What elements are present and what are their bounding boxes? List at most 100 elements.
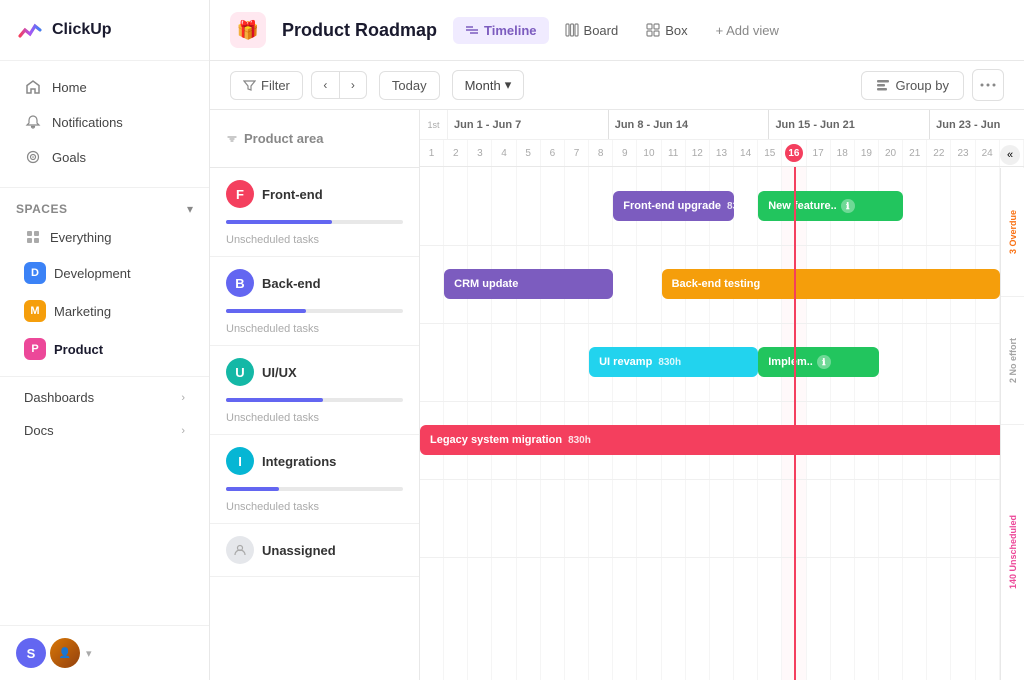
home-label: Home — [52, 80, 87, 95]
bell-icon — [24, 113, 42, 131]
group-unassigned: Unassigned — [210, 524, 419, 577]
avatar-chevron-icon[interactable]: ▾ — [86, 647, 92, 660]
day-10: 10 — [637, 140, 661, 166]
week3-label: Jun 15 - Jun 21 — [769, 110, 930, 139]
gantt-rows: Front-end upgrade 830h New feature..ℹ CRM … — [420, 167, 1024, 680]
integrations-badge: I — [226, 447, 254, 475]
gantt-bar[interactable]: CRM update — [444, 269, 613, 299]
topbar: 🎁 Product Roadmap Timeline Board Box + A… — [210, 0, 1024, 61]
notifications-label: Notifications — [52, 115, 123, 130]
timeline-view-btn[interactable]: Timeline — [453, 17, 549, 44]
view-switcher: Timeline Board Box + Add view — [453, 17, 791, 44]
uiux-badge: U — [226, 358, 254, 386]
month-chevron-icon: ▾ — [505, 77, 512, 93]
add-view-btn[interactable]: + Add view — [704, 17, 791, 44]
sidebar-item-home[interactable]: Home — [8, 70, 201, 104]
board-view-btn[interactable]: Board — [553, 17, 631, 44]
docs-label: Docs — [24, 423, 54, 438]
sidebar-item-development[interactable]: D Development — [8, 255, 201, 291]
sidebar-footer: S 👤 ▾ — [0, 625, 209, 680]
board-icon — [565, 23, 579, 37]
right-badges-panel: 3 Overdue 2 No effort 140 Unscheduled — [1000, 168, 1024, 680]
filter-button[interactable]: Filter — [230, 71, 303, 100]
week2-label: Jun 8 - Jun 14 — [609, 110, 770, 139]
project-icon: 🎁 — [230, 12, 266, 48]
collapse-button[interactable]: « — [1000, 145, 1020, 165]
product-label: Product — [54, 342, 103, 357]
timeline-icon — [465, 23, 479, 37]
sidebar-item-product[interactable]: P Product — [8, 331, 201, 367]
gantt-bar[interactable]: UI revamp 830h — [589, 347, 758, 377]
integrations-unscheduled: Unscheduled tasks — [210, 495, 419, 523]
gantt-bar[interactable]: Back-end testing — [662, 269, 1000, 299]
today-button[interactable]: Today — [379, 71, 440, 100]
box-view-btn[interactable]: Box — [634, 17, 699, 44]
frontend-badge: F — [226, 180, 254, 208]
sidebar-item-notifications[interactable]: Notifications — [8, 105, 201, 139]
day-14: 14 — [734, 140, 758, 166]
everything-label: Everything — [50, 230, 111, 245]
spaces-header: Spaces ▾ — [0, 192, 209, 220]
frontend-progress — [226, 220, 403, 224]
prev-btn[interactable]: ‹ — [311, 71, 339, 99]
divider-2 — [0, 376, 209, 377]
main-content: 🎁 Product Roadmap Timeline Board Box + A… — [210, 0, 1024, 680]
backend-unscheduled: Unscheduled tasks — [210, 317, 419, 345]
toolbar: Filter ‹ › Today Month ▾ Group by — [210, 61, 1024, 110]
day-12: 12 — [686, 140, 710, 166]
timeline-grid: 1st Jun 1 - Jun 7 Jun 8 - Jun 14 Jun 15 … — [420, 110, 1024, 680]
next-btn[interactable]: › — [339, 71, 367, 99]
sidebar-item-docs[interactable]: Docs › — [8, 415, 201, 446]
integrations-progress — [226, 487, 403, 491]
gantt-bar[interactable]: Implem..ℹ — [758, 347, 879, 377]
unassigned-badge — [226, 536, 254, 564]
filter-icon — [243, 79, 256, 92]
frontend-unscheduled: Unscheduled tasks — [210, 228, 419, 256]
more-options-button[interactable] — [972, 69, 1004, 101]
week-labels-row: 1st Jun 1 - Jun 7 Jun 8 - Jun 14 Jun 15 … — [420, 110, 1024, 140]
day-17: 17 — [807, 140, 831, 166]
spaces-chevron-icon[interactable]: ▾ — [187, 202, 193, 216]
unscheduled-badge: 140 Unscheduled — [1001, 425, 1024, 680]
gantt-bar[interactable]: New feature..ℹ — [758, 191, 903, 221]
integrations-name: Integrations — [262, 454, 336, 469]
avatar-profile: 👤 — [50, 638, 80, 668]
sidebar-item-everything[interactable]: Everything — [8, 221, 201, 253]
day-15: 15 — [758, 140, 782, 166]
timeline-header: 1st Jun 1 - Jun 7 Jun 8 - Jun 14 Jun 15 … — [420, 110, 1024, 167]
timeline-nav-arrows: ‹ › — [311, 71, 367, 99]
sort-icon — [226, 133, 238, 145]
day-5: 5 — [517, 140, 541, 166]
app-title: ClickUp — [52, 21, 112, 39]
day-16: 16 — [782, 140, 806, 166]
group-integrations: I Integrations Unscheduled tasks — [210, 435, 419, 524]
dashboards-label: Dashboards — [24, 390, 94, 405]
month-selector[interactable]: Month ▾ — [452, 70, 525, 100]
day-numbers-row: 1234567891011121314151617181920212223242… — [420, 140, 1024, 166]
gantt-bar[interactable]: Front-end upgrade 830h — [613, 191, 734, 221]
overdue-badge: 3 Overdue — [1001, 168, 1024, 297]
gantt-bar[interactable]: Legacy system migration 830h — [420, 425, 1024, 455]
dashboards-chevron-icon: › — [181, 392, 185, 404]
sidebar-item-marketing[interactable]: M Marketing — [8, 293, 201, 329]
day-11: 11 — [662, 140, 686, 166]
sidebar-item-goals[interactable]: Goals — [8, 140, 201, 174]
group-by-button[interactable]: Group by — [861, 71, 964, 100]
sidebar-item-dashboards[interactable]: Dashboards › — [8, 382, 201, 413]
sidebar-nav: Home Notifications Goals — [0, 61, 209, 183]
group-by-icon — [876, 78, 890, 92]
day-2: 2 — [444, 140, 468, 166]
row-labels: Product area F Front-end Unscheduled tas… — [210, 110, 420, 680]
docs-chevron-icon: › — [181, 425, 185, 437]
day-23: 23 — [951, 140, 975, 166]
home-icon — [24, 78, 42, 96]
box-icon — [646, 23, 660, 37]
day-9: 9 — [613, 140, 637, 166]
uiux-progress — [226, 398, 403, 402]
backend-badge: B — [226, 269, 254, 297]
sidebar-logo: ClickUp — [0, 0, 209, 61]
group-backend: B Back-end Unscheduled tasks — [210, 257, 419, 346]
day-18: 18 — [831, 140, 855, 166]
group-uiux: U UI/UX Unscheduled tasks — [210, 346, 419, 435]
project-title: Product Roadmap — [282, 20, 437, 41]
